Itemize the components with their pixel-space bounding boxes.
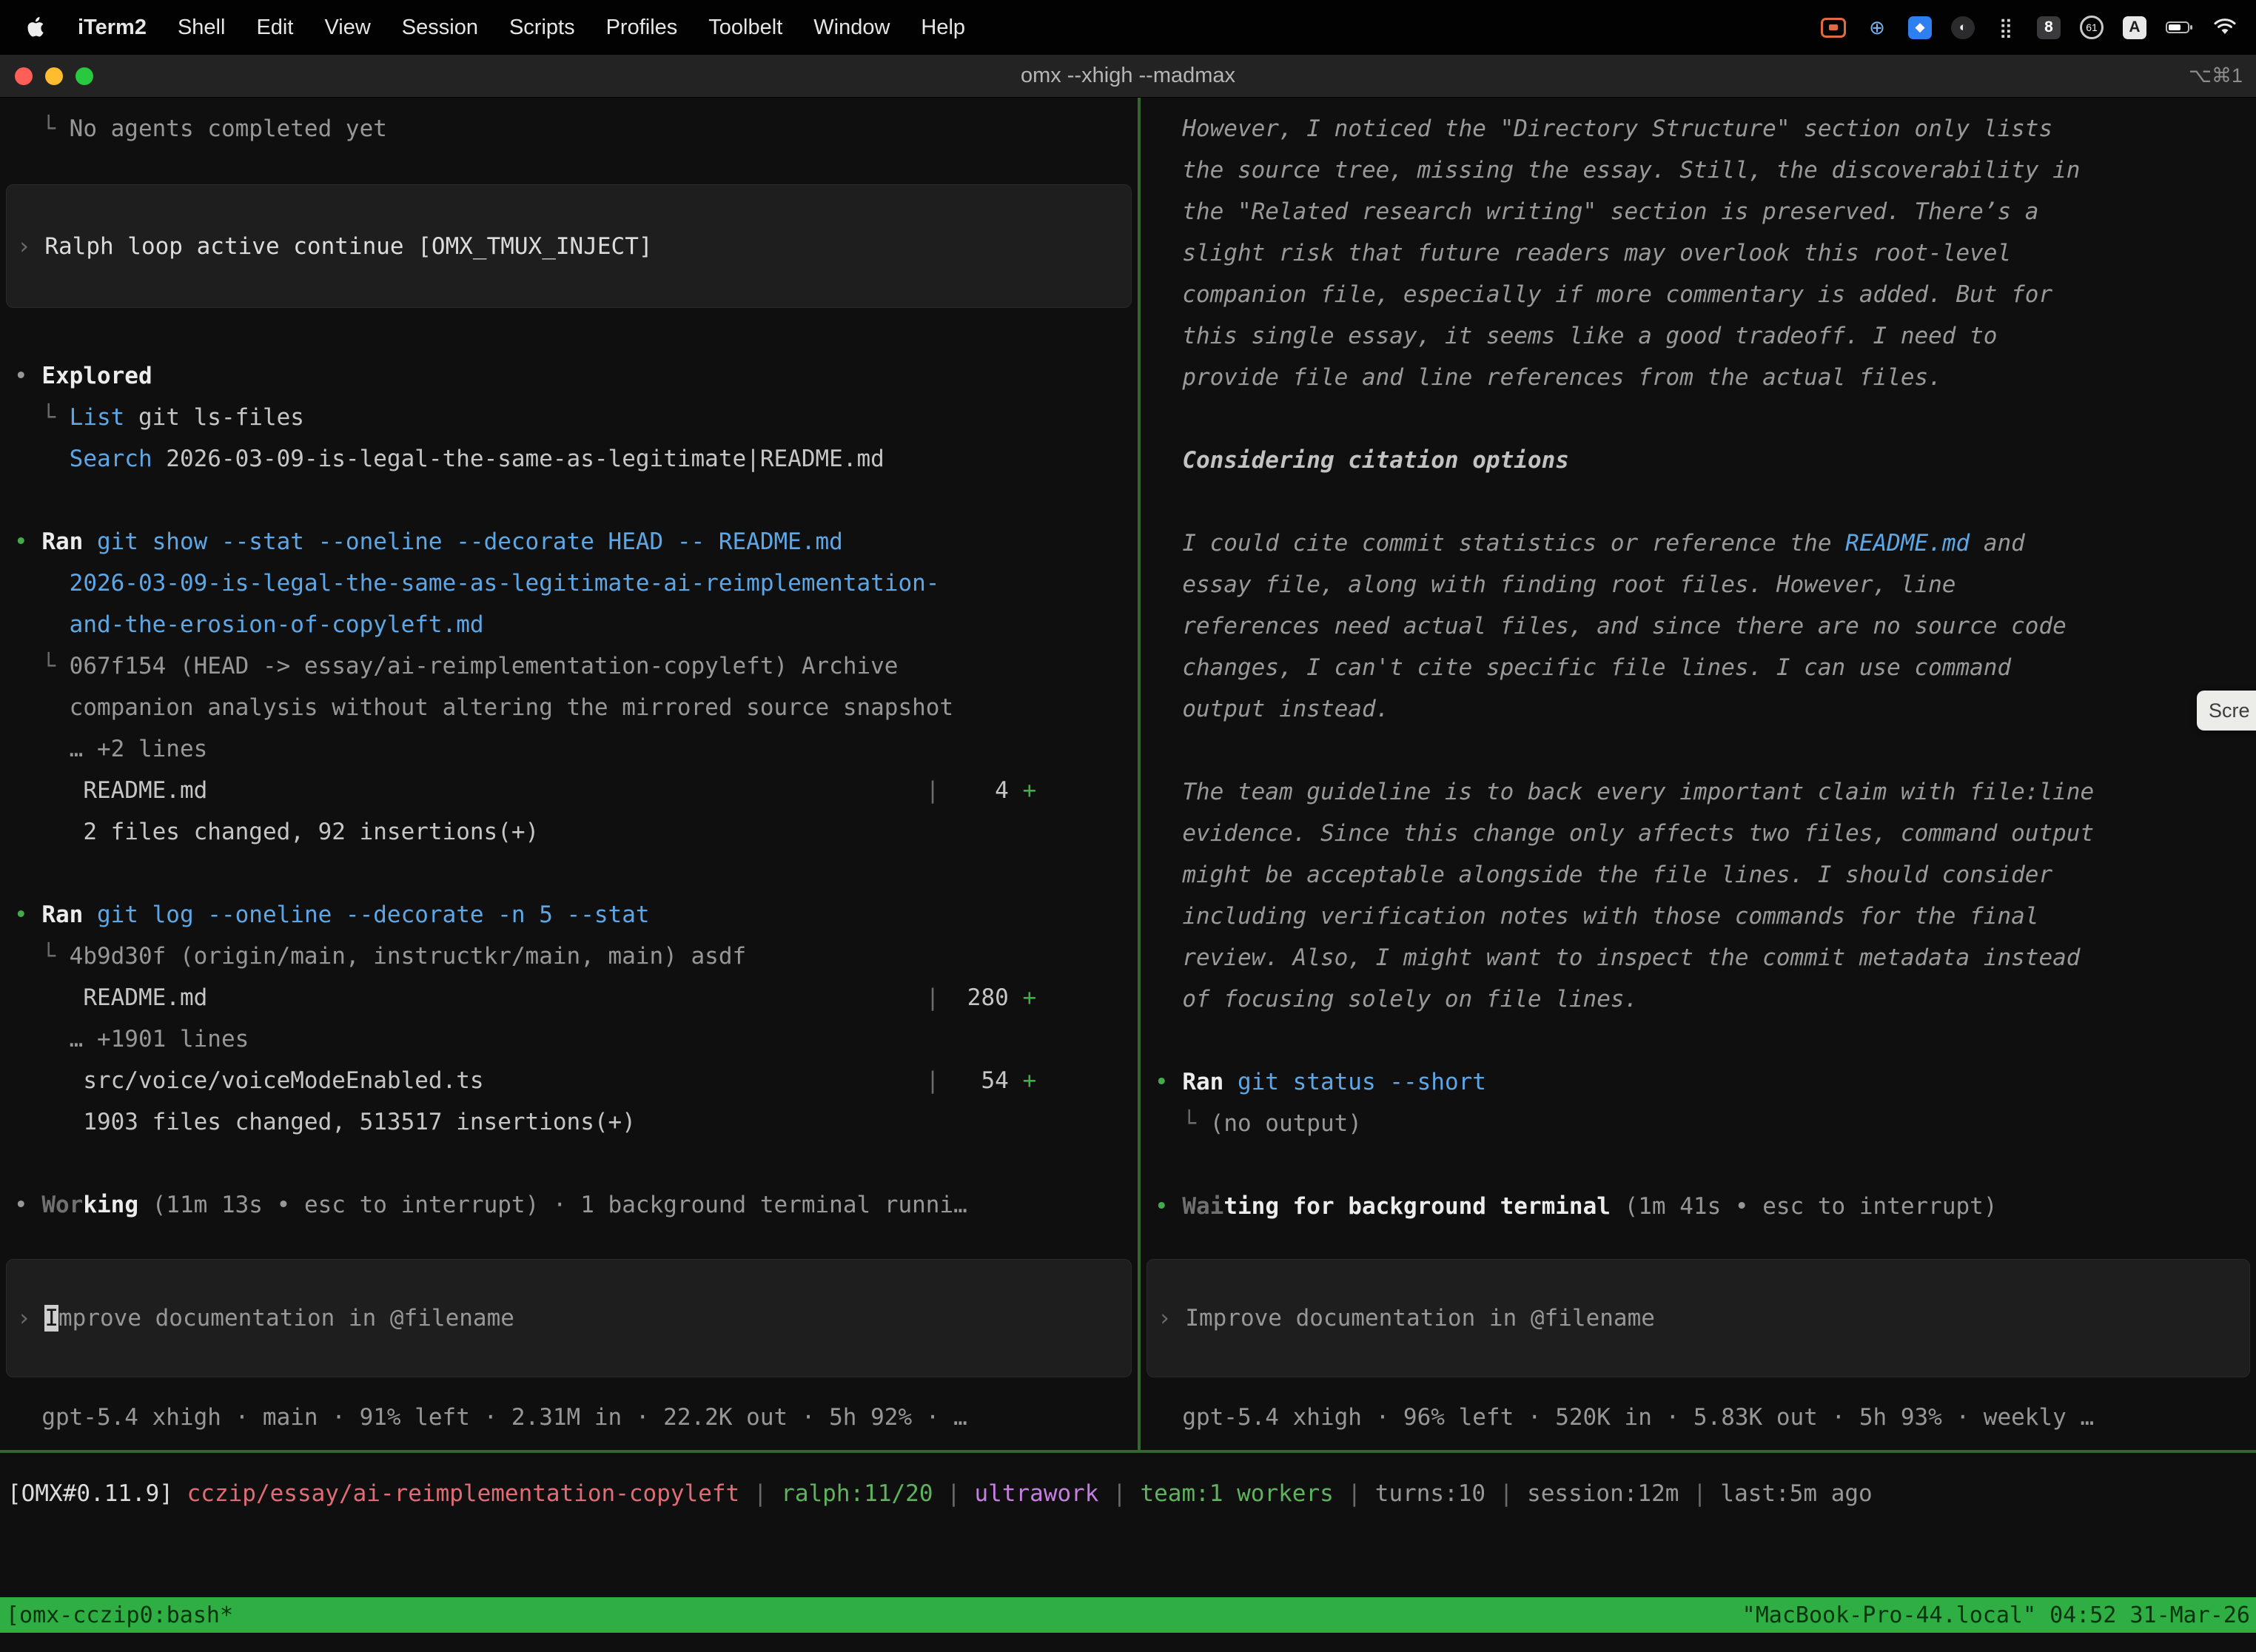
prompt-input-left[interactable]: › Improve documentation in @filename xyxy=(6,1259,1132,1377)
waiting-status-line: • Waiting for background terminal (1m 41… xyxy=(1141,1186,2256,1227)
input-source-icon[interactable]: A xyxy=(2123,16,2146,39)
menu-edit[interactable]: Edit xyxy=(241,16,309,40)
battery-gauge-icon[interactable]: 61 xyxy=(2080,16,2104,39)
fullscreen-button[interactable] xyxy=(75,67,93,85)
prompt-input-right[interactable]: › Improve documentation in @filename xyxy=(1147,1259,2250,1377)
terminal-line: README.md | 280 + xyxy=(0,977,1138,1018)
terminal-line: 2 files changed, 92 insertions(+) xyxy=(0,811,1138,853)
tab-shortcut: ⌥⌘1 xyxy=(2189,64,2243,87)
terminal-line: and-the-erosion-of-copyleft.md xyxy=(0,604,1138,645)
terminal-line: • Ran git status --short xyxy=(1141,1061,2256,1103)
menu-session[interactable]: Session xyxy=(386,16,494,40)
omx-status-line: [OMX#0.11.9] cczip/essay/ai-reimplementa… xyxy=(7,1473,2256,1514)
tmux-panes: └ No agents completed yet › Ralph loop ac… xyxy=(0,98,2256,1450)
right-pane-transcript: However, I noticed the "Directory Struct… xyxy=(1141,98,2256,1259)
screen-record-icon[interactable] xyxy=(1821,18,1846,38)
terminal-line: └ 067f154 (HEAD -> essay/ai-reimplementa… xyxy=(0,645,1138,687)
terminal-line: └ No agents completed yet xyxy=(0,108,1138,150)
menu-view[interactable]: View xyxy=(309,16,386,40)
terminal-line: 2026-03-09-is-legal-the-same-as-legitima… xyxy=(0,563,1138,604)
blank-line xyxy=(1141,730,2256,771)
app-grid-icon[interactable]: ⣿ xyxy=(1994,16,2018,39)
traffic-lights xyxy=(0,67,93,85)
terminal-line: src/voice/voiceModeEnabled.ts | 54 + xyxy=(0,1060,1138,1101)
close-button[interactable] xyxy=(15,67,33,85)
terminal-line: 1903 files changed, 513517 insertions(+) xyxy=(0,1101,1138,1143)
screen-overlay-button[interactable]: Scre xyxy=(2197,691,2256,731)
blank-line xyxy=(1141,1020,2256,1061)
left-pane-transcript: └ No agents completed yet › Ralph loop ac… xyxy=(0,98,1138,1259)
tmux-status-bar: [omx-cczip0:bash* "MacBook-Pro-44.local"… xyxy=(0,1597,2256,1633)
wifi-icon[interactable] xyxy=(2213,16,2237,39)
terminal-line: companion analysis without altering the … xyxy=(0,687,1138,728)
tmux-host-clock: "MacBook-Pro-44.local" 04:52 31-Mar-26 xyxy=(1742,1602,2250,1628)
window-titlebar[interactable]: omx --xhigh --madmax ⌥⌘1 xyxy=(0,55,2256,98)
docker-icon[interactable]: ◆ xyxy=(1908,16,1932,39)
blank-line xyxy=(0,480,1138,521)
menu-iterm2[interactable]: iTerm2 xyxy=(62,16,162,40)
blank-line xyxy=(1141,1144,2256,1186)
browser-circle-icon[interactable]: ◐ xyxy=(1951,16,1975,39)
ralph-loop-banner: › Ralph loop active continue [OMX_TMUX_I… xyxy=(6,184,1132,308)
blank-line xyxy=(0,1143,1138,1184)
banner-text: › Ralph loop active continue [OMX_TMUX_I… xyxy=(7,226,653,267)
apple-logo-icon xyxy=(27,17,44,38)
terminal-line: … +1901 lines xyxy=(0,1018,1138,1060)
globe-icon[interactable]: ⊕ xyxy=(1865,16,1889,39)
model-status-line-left: gpt-5.4 xhigh · main · 91% left · 2.31M … xyxy=(0,1397,1138,1438)
terminal-line: • Ran git log --oneline --decorate -n 5 … xyxy=(0,894,1138,936)
blank-line xyxy=(0,853,1138,894)
prompt-text-left: › Improve documentation in @filename xyxy=(7,1297,514,1339)
tmux-session-label: [omx-cczip0:bash* xyxy=(6,1602,233,1628)
keypad-icon[interactable]: 8 xyxy=(2037,16,2061,39)
menu-status-icons: ⊕ ◆ ◐ ⣿ 8 61 A xyxy=(1821,16,2256,39)
menu-help[interactable]: Help xyxy=(905,16,981,40)
terminal-line: README.md | 4 + xyxy=(0,770,1138,811)
terminal-line: └ 4b9d30f (origin/main, instructkr/main,… xyxy=(0,936,1138,977)
terminal-line: └ List git ls-files xyxy=(0,397,1138,438)
pane-divider-horizontal xyxy=(0,1450,2256,1453)
menu-shell[interactable]: Shell xyxy=(162,16,241,40)
right-agent-pane[interactable]: However, I noticed the "Directory Struct… xyxy=(1141,98,2256,1450)
window-title: omx --xhigh --madmax xyxy=(0,64,2256,88)
minimize-button[interactable] xyxy=(45,67,63,85)
terminal-line: └ (no output) xyxy=(1141,1103,2256,1144)
terminal-window: └ No agents completed yet › Ralph loop ac… xyxy=(0,98,2256,1652)
battery-icon[interactable] xyxy=(2166,16,2194,39)
blank-line xyxy=(1141,481,2256,523)
apple-menu[interactable] xyxy=(0,17,62,38)
thinking-heading: Considering citation options xyxy=(1182,440,2094,481)
menu-scripts[interactable]: Scripts xyxy=(494,16,591,40)
menu-items: iTerm2ShellEditViewSessionScriptsProfile… xyxy=(62,16,981,40)
menu-bar: iTerm2ShellEditViewSessionScriptsProfile… xyxy=(0,0,2256,55)
thinking-paragraph: However, I noticed the "Directory Struct… xyxy=(1182,108,2094,398)
thinking-paragraph: I could cite commit statistics or refere… xyxy=(1182,523,2094,730)
left-agent-pane[interactable]: └ No agents completed yet › Ralph loop ac… xyxy=(0,98,1138,1450)
menu-window[interactable]: Window xyxy=(798,16,905,40)
working-status-line: • Working (11m 13s • esc to interrupt) ·… xyxy=(0,1184,1138,1226)
menu-toolbelt[interactable]: Toolbelt xyxy=(693,16,798,40)
blank-line xyxy=(1141,398,2256,440)
terminal-line: • Explored xyxy=(0,355,1138,397)
thinking-paragraph: The team guideline is to back every impo… xyxy=(1182,771,2094,1020)
terminal-line: Search 2026-03-09-is-legal-the-same-as-l… xyxy=(0,438,1138,480)
prompt-text-right: › Improve documentation in @filename xyxy=(1147,1297,1655,1339)
terminal-line: … +2 lines xyxy=(0,728,1138,770)
model-status-line-right: gpt-5.4 xhigh · 96% left · 520K in · 5.8… xyxy=(1141,1397,2256,1438)
terminal-line: • Ran git show --stat --oneline --decora… xyxy=(0,521,1138,563)
menu-profiles[interactable]: Profiles xyxy=(591,16,694,40)
